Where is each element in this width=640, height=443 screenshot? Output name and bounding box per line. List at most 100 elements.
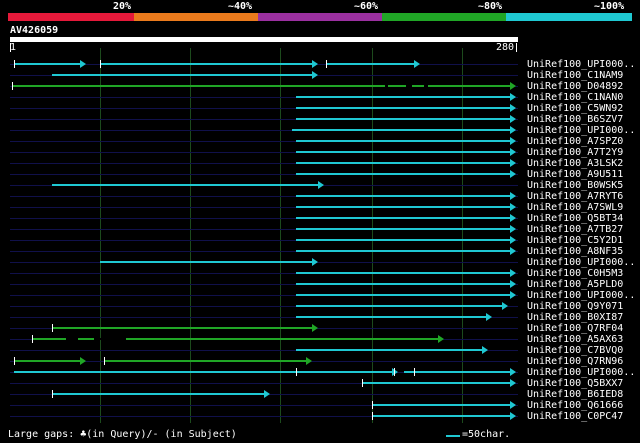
hit-label[interactable]: UniRef100_Q9Y071 [527, 301, 623, 312]
hit-label[interactable]: UniRef100_A9U511 [527, 169, 623, 180]
gap-marker [94, 338, 126, 340]
hit-label[interactable]: UniRef100_A5PLD0 [527, 279, 623, 290]
hit-segment[interactable] [52, 327, 313, 329]
arrow-head-icon [510, 291, 516, 299]
arrow-head-icon [312, 324, 318, 332]
hit-label[interactable]: UniRef100_UPI000.. [527, 257, 635, 268]
hit-segment[interactable] [362, 382, 511, 384]
hit-segment[interactable] [296, 206, 511, 208]
hit-label[interactable]: UniRef100_Q5BT34 [527, 213, 623, 224]
hit-segment[interactable] [296, 151, 511, 153]
scale-swatch [446, 435, 460, 437]
hit-label[interactable]: UniRef100_C5Y2D1 [527, 235, 623, 246]
hit-start-tick [414, 368, 415, 376]
hit-segment[interactable] [52, 184, 319, 186]
hit-label[interactable]: UniRef100_UPI000.. [527, 290, 635, 301]
hit-segment[interactable] [404, 371, 511, 373]
hit-segment[interactable] [296, 283, 511, 285]
arrow-head-icon [502, 302, 508, 310]
ruler-start-tick [10, 43, 11, 52]
arrow-head-icon [510, 137, 516, 145]
hit-label[interactable]: UniRef100_C0PC47 [527, 411, 623, 422]
hit-label[interactable]: UniRef100_UPI000.. [527, 125, 635, 136]
legend-label-80: ~80% [478, 1, 503, 12]
hit-start-tick [296, 368, 297, 376]
hit-segment[interactable] [296, 239, 511, 241]
hit-segment[interactable] [296, 107, 511, 109]
grid-line [190, 48, 191, 423]
hit-segment[interactable] [52, 393, 265, 395]
hit-label[interactable]: UniRef100_Q5BXX7 [527, 378, 623, 389]
legend-swatch-80 [382, 13, 506, 21]
arrow-head-icon [510, 225, 516, 233]
hit-segment[interactable] [14, 63, 81, 65]
arrow-head-icon [318, 181, 324, 189]
hit-segment[interactable] [372, 415, 511, 417]
hit-label[interactable]: UniRef100_A5AX63 [527, 334, 623, 345]
hit-label[interactable]: UniRef100_A7SWL9 [527, 202, 623, 213]
hit-label[interactable]: UniRef100_C5WN92 [527, 103, 623, 114]
hit-label[interactable]: UniRef100_A7SPZ0 [527, 136, 623, 147]
hit-segment[interactable] [100, 63, 313, 65]
hit-segment[interactable] [104, 360, 307, 362]
hit-label[interactable]: UniRef100_C0H5M3 [527, 268, 623, 279]
hit-segment[interactable] [292, 129, 511, 131]
arrow-head-icon [510, 170, 516, 178]
gaps-legend: Large gaps: ♣(in Query)/- (in Subject) [8, 429, 237, 440]
hit-segment[interactable] [14, 371, 393, 373]
hit-segment[interactable] [14, 360, 81, 362]
hit-label[interactable]: UniRef100_B0XI87 [527, 312, 623, 323]
hit-label[interactable]: UniRef100_UPI000.. [527, 59, 635, 70]
hit-segment[interactable] [296, 349, 483, 351]
hit-segment[interactable] [296, 250, 511, 252]
hit-label[interactable]: UniRef100_Q7RF04 [527, 323, 623, 334]
hit-segment[interactable] [296, 173, 511, 175]
hit-label[interactable]: UniRef100_A7T2Y9 [527, 147, 623, 158]
hit-segment[interactable] [296, 195, 511, 197]
hit-segment[interactable] [296, 305, 503, 307]
hit-segment[interactable] [52, 74, 313, 76]
hit-label[interactable]: UniRef100_C7BVQ0 [527, 345, 623, 356]
arrow-head-icon [80, 357, 86, 365]
query-bar [10, 37, 518, 42]
hit-label[interactable]: UniRef100_Q61666 [527, 400, 623, 411]
hit-segment[interactable] [296, 217, 511, 219]
hit-segment[interactable] [100, 261, 313, 263]
arrow-head-icon [414, 60, 420, 68]
hit-segment[interactable] [296, 228, 511, 230]
hit-label[interactable]: UniRef100_A7RYT6 [527, 191, 623, 202]
hit-label[interactable]: UniRef100_A3LSK2 [527, 158, 623, 169]
grid-line [100, 48, 101, 423]
query-title: AV426059 [10, 25, 59, 36]
arrow-head-icon [510, 126, 516, 134]
hit-segment[interactable] [296, 140, 511, 142]
hit-segment[interactable] [296, 118, 511, 120]
hit-start-tick [104, 357, 105, 365]
arrow-head-icon [510, 159, 516, 167]
hit-label[interactable]: UniRef100_B6IED8 [527, 389, 623, 400]
hit-segment[interactable] [326, 63, 415, 65]
hit-start-tick [12, 82, 13, 90]
hit-label[interactable]: UniRef100_C1NAN0 [527, 92, 623, 103]
hit-label[interactable]: UniRef100_B6SZV7 [527, 114, 623, 125]
hit-label[interactable]: UniRef100_Q7RN96 [527, 356, 623, 367]
hit-label[interactable]: UniRef100_A8NF35 [527, 246, 623, 257]
hit-segment[interactable] [296, 272, 511, 274]
hit-segment[interactable] [296, 316, 487, 318]
hit-start-tick [14, 357, 15, 365]
hit-start-tick [100, 60, 101, 68]
hit-label[interactable]: UniRef100_C1NAM9 [527, 70, 623, 81]
hit-start-tick [362, 379, 363, 387]
hit-label[interactable]: UniRef100_B0WSK5 [527, 180, 623, 191]
hit-segment[interactable] [12, 85, 511, 87]
hit-start-tick [52, 390, 53, 398]
hit-label[interactable]: UniRef100_A7TB27 [527, 224, 623, 235]
hit-segment[interactable] [372, 404, 511, 406]
arrow-head-icon [510, 104, 516, 112]
hit-label[interactable]: UniRef100_UPI000.. [527, 367, 635, 378]
hit-segment[interactable] [296, 162, 511, 164]
arrow-head-icon [510, 115, 516, 123]
hit-segment[interactable] [296, 294, 511, 296]
hit-segment[interactable] [296, 96, 511, 98]
hit-label[interactable]: UniRef100_D04892 [527, 81, 623, 92]
